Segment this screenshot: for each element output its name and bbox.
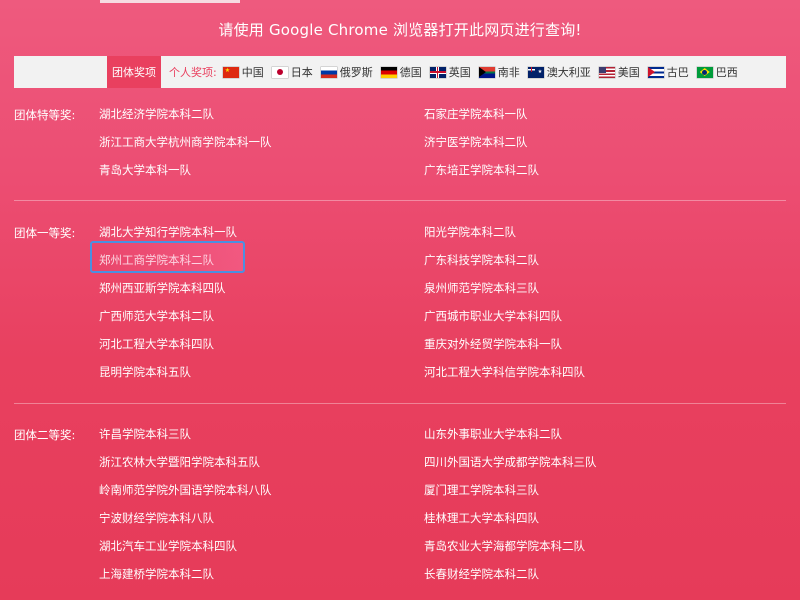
- left-column: 湖北大学知行学院本科一队 郑州工商学院本科二队 郑州西亚斯学院本科四队 广西师范…: [99, 225, 237, 393]
- country-label: 俄罗斯: [339, 66, 373, 79]
- list-item[interactable]: 青岛农业大学海都学院本科二队: [424, 539, 597, 567]
- list-item[interactable]: 昆明学院本科五队: [99, 365, 237, 393]
- right-column: 阳光学院本科二队 广东科技学院本科二队 泉州师范学院本科三队 广西城市职业大学本…: [424, 225, 585, 393]
- section-divider: [14, 200, 786, 201]
- list-item[interactable]: 泉州师范学院本科三队: [424, 281, 585, 309]
- list-item[interactable]: 岭南师范学院外国语学院本科八队: [99, 483, 272, 511]
- south-africa-flag-icon: [478, 66, 495, 78]
- list-item[interactable]: 河北工程大学科信学院本科四队: [424, 365, 585, 393]
- list-item[interactable]: 湖北经济学院本科二队: [99, 107, 272, 135]
- country-filter-germany[interactable]: 德国: [380, 64, 422, 80]
- list-item[interactable]: 广东培正学院本科二队: [424, 163, 539, 191]
- section-label: 团体一等奖:: [14, 226, 76, 240]
- brazil-flag-icon: [696, 66, 713, 78]
- list-item[interactable]: 上海建桥学院本科二队: [99, 567, 272, 595]
- cuba-flag-icon: [647, 66, 664, 78]
- list-item[interactable]: 广西师范大学本科二队: [99, 309, 237, 337]
- section-divider: [14, 403, 786, 404]
- country-label: 巴西: [715, 66, 738, 79]
- country-filter-russia[interactable]: 俄罗斯: [320, 64, 373, 80]
- award-filter-bar: 团体奖项 个人奖项: ★ 中国 日本 俄罗斯 德国 英国 南非 ★ 澳大利亚 美…: [14, 56, 786, 88]
- japan-flag-icon: [271, 66, 288, 78]
- country-label: 美国: [617, 66, 640, 79]
- list-item[interactable]: 湖北汽车工业学院本科四队: [99, 539, 272, 567]
- top-tab-strip: [100, 0, 240, 3]
- right-column: 山东外事职业大学本科二队 四川外国语大学成都学院本科三队 厦门理工学院本科三队 …: [424, 427, 597, 595]
- country-filter-china[interactable]: ★ 中国: [222, 64, 264, 80]
- country-label: 古巴: [666, 66, 689, 79]
- individual-awards-label: 个人奖项:: [169, 66, 217, 79]
- country-filter-australia[interactable]: ★ 澳大利亚: [527, 64, 591, 80]
- australia-flag-icon: ★: [527, 66, 544, 78]
- country-label: 日本: [290, 66, 313, 79]
- germany-flag-icon: [380, 66, 397, 78]
- list-item[interactable]: 浙江工商大学杭州商学院本科一队: [99, 135, 272, 163]
- list-item[interactable]: 宁波财经学院本科八队: [99, 511, 272, 539]
- list-item[interactable]: 青岛大学本科一队: [99, 163, 272, 191]
- country-label: 澳大利亚: [546, 66, 591, 79]
- list-item[interactable]: 河北工程大学本科四队: [99, 337, 237, 365]
- china-flag-icon: ★: [222, 66, 239, 78]
- list-item[interactable]: 湖北大学知行学院本科一队: [99, 225, 237, 253]
- country-filter-japan[interactable]: 日本: [271, 64, 313, 80]
- country-filter-uk[interactable]: 英国: [429, 64, 471, 80]
- list-item[interactable]: 山东外事职业大学本科二队: [424, 427, 597, 455]
- country-filter-usa[interactable]: 美国: [598, 64, 640, 80]
- country-filter-brazil[interactable]: 巴西: [696, 64, 738, 80]
- left-column: 许昌学院本科三队 浙江农林大学暨阳学院本科五队 岭南师范学院外国语学院本科八队 …: [99, 427, 272, 595]
- country-filter-cuba[interactable]: 古巴: [647, 64, 689, 80]
- section-label: 团体二等奖:: [14, 428, 76, 442]
- list-item[interactable]: 济宁医学院本科二队: [424, 135, 539, 163]
- list-item[interactable]: 许昌学院本科三队: [99, 427, 272, 455]
- right-column: 石家庄学院本科一队 济宁医学院本科二队 广东培正学院本科二队: [424, 107, 539, 191]
- left-column: 湖北经济学院本科二队 浙江工商大学杭州商学院本科一队 青岛大学本科一队: [99, 107, 272, 191]
- list-item[interactable]: 郑州工商学院本科二队: [99, 253, 237, 281]
- country-label: 南非: [497, 66, 520, 79]
- list-item[interactable]: 桂林理工大学本科四队: [424, 511, 597, 539]
- usa-flag-icon: [598, 66, 615, 78]
- list-item[interactable]: 石家庄学院本科一队: [424, 107, 539, 135]
- uk-flag-icon: [429, 66, 446, 78]
- list-item[interactable]: 重庆对外经贸学院本科一队: [424, 337, 585, 365]
- country-label: 英国: [448, 66, 471, 79]
- country-label: 中国: [241, 66, 264, 79]
- list-item[interactable]: 厦门理工学院本科三队: [424, 483, 597, 511]
- list-item[interactable]: 长春财经学院本科二队: [424, 567, 597, 595]
- country-label: 德国: [399, 66, 422, 79]
- list-item[interactable]: 郑州西亚斯学院本科四队: [99, 281, 237, 309]
- list-item[interactable]: 阳光学院本科二队: [424, 225, 585, 253]
- list-item[interactable]: 四川外国语大学成都学院本科三队: [424, 455, 597, 483]
- russia-flag-icon: [320, 66, 337, 78]
- list-item[interactable]: 浙江农林大学暨阳学院本科五队: [99, 455, 272, 483]
- list-item[interactable]: 广西城市职业大学本科四队: [424, 309, 585, 337]
- browser-notice: 请使用 Google Chrome 浏览器打开此网页进行查询!: [218, 21, 582, 39]
- list-item[interactable]: 广东科技学院本科二队: [424, 253, 585, 281]
- section-label: 团体特等奖:: [14, 108, 76, 122]
- team-awards-tab[interactable]: 团体奖项: [107, 56, 161, 88]
- country-filter-south-africa[interactable]: 南非: [478, 64, 520, 80]
